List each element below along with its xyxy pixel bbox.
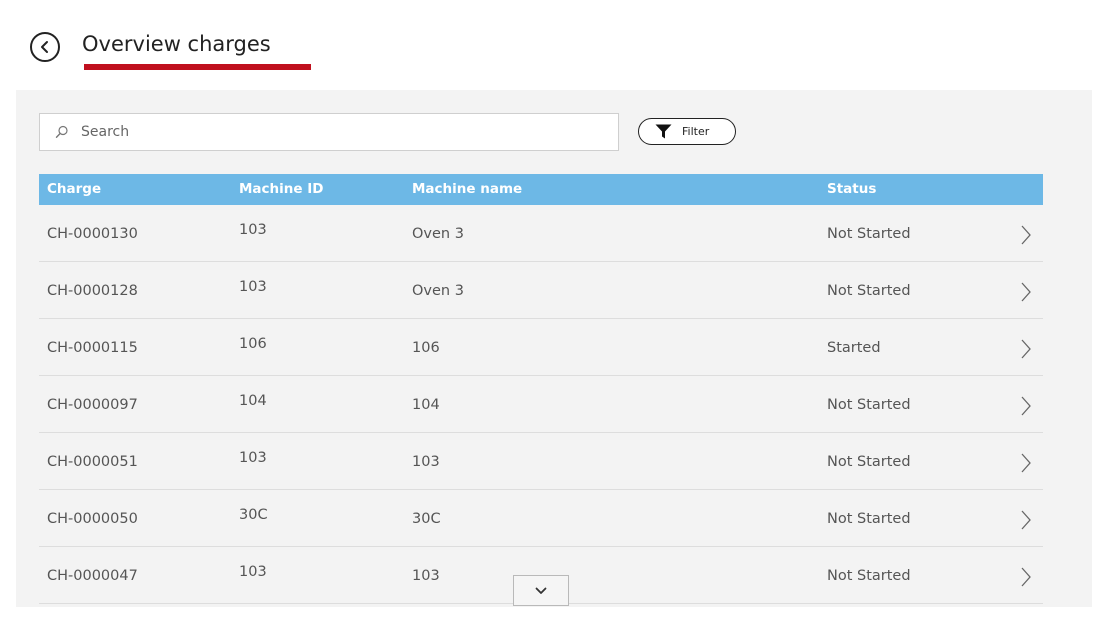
charge-cell: CH-0000115 xyxy=(47,340,138,356)
charge-cell: CH-0000050 xyxy=(47,511,138,527)
table-row[interactable]: CH-0000115 106 106 Started xyxy=(39,319,1043,376)
table-row[interactable]: CH-0000128 103 Oven 3 Not Started xyxy=(39,262,1043,319)
charges-table: Charge Machine ID Machine name Status CH… xyxy=(39,174,1043,604)
search-icon xyxy=(55,125,69,139)
machine-id-cell: 104 xyxy=(239,393,267,409)
chevron-right-icon[interactable] xyxy=(1019,281,1033,303)
back-button[interactable] xyxy=(30,32,60,62)
charge-cell: CH-0000130 xyxy=(47,226,138,242)
machine-name-cell: Oven 3 xyxy=(412,226,464,242)
chevron-right-icon[interactable] xyxy=(1019,509,1033,531)
status-cell: Not Started xyxy=(827,568,911,584)
chevron-right-icon[interactable] xyxy=(1019,395,1033,417)
scroll-down-button[interactable] xyxy=(513,575,569,606)
charge-cell: CH-0000051 xyxy=(47,454,138,470)
chevron-right-icon[interactable] xyxy=(1019,338,1033,360)
column-header-charge[interactable]: Charge xyxy=(47,181,101,197)
funnel-icon xyxy=(655,124,672,139)
table-row[interactable]: CH-0000050 30C 30C Not Started xyxy=(39,490,1043,547)
status-cell: Not Started xyxy=(827,511,911,527)
charges-panel: Filter Charge Machine ID Machine name St… xyxy=(16,90,1092,607)
table-row[interactable]: CH-0000130 103 Oven 3 Not Started xyxy=(39,205,1043,262)
page-title: Overview charges xyxy=(82,32,271,56)
chevron-right-icon[interactable] xyxy=(1019,224,1033,246)
title-underline xyxy=(84,64,311,70)
machine-name-cell: 103 xyxy=(412,568,440,584)
machine-name-cell: 103 xyxy=(412,454,440,470)
chevron-left-icon xyxy=(41,41,48,53)
page-header: Overview charges xyxy=(0,0,1109,90)
charge-cell: CH-0000128 xyxy=(47,283,138,299)
filter-label: Filter xyxy=(682,125,710,138)
search-input[interactable] xyxy=(79,123,603,141)
machine-id-cell: 103 xyxy=(239,450,267,466)
machine-name-cell: Oven 3 xyxy=(412,283,464,299)
machine-id-cell: 103 xyxy=(239,279,267,295)
table-row[interactable]: CH-0000097 104 104 Not Started xyxy=(39,376,1043,433)
chevron-down-icon xyxy=(535,587,547,594)
chevron-right-icon[interactable] xyxy=(1019,452,1033,474)
filter-button[interactable]: Filter xyxy=(638,118,736,145)
column-header-machine-id[interactable]: Machine ID xyxy=(239,181,323,197)
status-cell: Not Started xyxy=(827,397,911,413)
chevron-right-icon[interactable] xyxy=(1019,566,1033,588)
column-header-machine-name[interactable]: Machine name xyxy=(412,181,522,197)
machine-id-cell: 103 xyxy=(239,222,267,238)
status-cell: Not Started xyxy=(827,283,911,299)
machine-id-cell: 106 xyxy=(239,336,267,352)
search-box[interactable] xyxy=(39,113,619,151)
table-row[interactable]: CH-0000051 103 103 Not Started xyxy=(39,433,1043,490)
status-cell: Started xyxy=(827,340,881,356)
column-header-status[interactable]: Status xyxy=(827,181,876,197)
charge-cell: CH-0000097 xyxy=(47,397,138,413)
table-header: Charge Machine ID Machine name Status xyxy=(39,174,1043,205)
machine-id-cell: 30C xyxy=(239,507,268,523)
machine-id-cell: 103 xyxy=(239,564,267,580)
charge-cell: CH-0000047 xyxy=(47,568,138,584)
machine-name-cell: 104 xyxy=(412,397,440,413)
machine-name-cell: 30C xyxy=(412,511,441,527)
machine-name-cell: 106 xyxy=(412,340,440,356)
status-cell: Not Started xyxy=(827,454,911,470)
status-cell: Not Started xyxy=(827,226,911,242)
